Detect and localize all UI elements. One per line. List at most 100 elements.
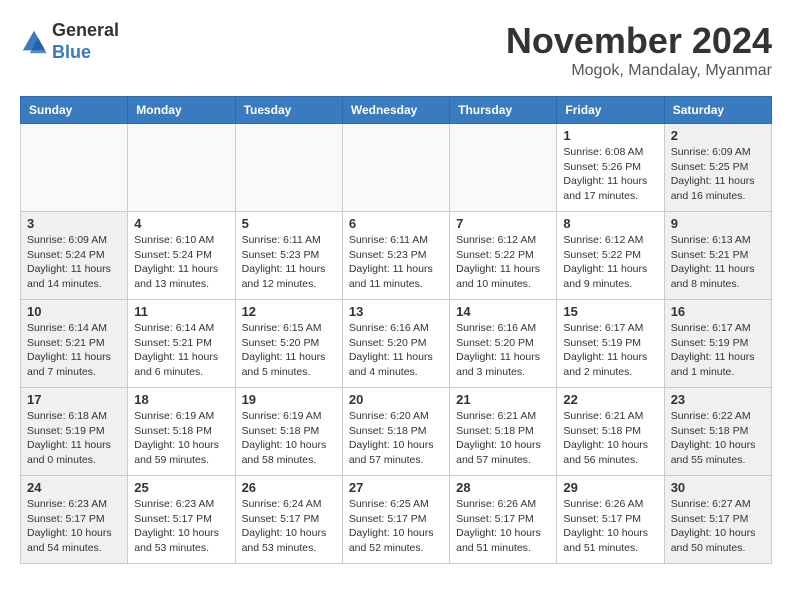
day-info: Sunrise: 6:12 AM Sunset: 5:22 PM Dayligh… [563, 233, 657, 292]
calendar-header-row: SundayMondayTuesdayWednesdayThursdayFrid… [21, 97, 772, 124]
calendar-day-cell: 1Sunrise: 6:08 AM Sunset: 5:26 PM Daylig… [557, 124, 664, 212]
day-info: Sunrise: 6:16 AM Sunset: 5:20 PM Dayligh… [456, 321, 550, 380]
calendar-week-row: 17 Sunrise: 6:18 AM Sunset: 5:19 PM Dayli… [21, 388, 772, 476]
day-info: Sunrise: 6:26 AM Sunset: 5:17 PM Dayligh… [456, 497, 550, 556]
calendar-week-row: 24 Sunrise: 6:23 AM Sunset: 5:17 PM Dayli… [21, 476, 772, 564]
calendar-day-cell: 11 Sunrise: 6:14 AM Sunset: 5:21 PM Dayli… [128, 300, 235, 388]
day-info: Sunrise: 6:11 AM Sunset: 5:23 PM Dayligh… [242, 233, 336, 292]
calendar-day-cell: 28 Sunrise: 6:26 AM Sunset: 5:17 PM Dayli… [450, 476, 557, 564]
calendar-day-cell: 10 Sunrise: 6:14 AM Sunset: 5:21 PM Dayli… [21, 300, 128, 388]
day-of-week-header: Saturday [664, 97, 771, 124]
calendar-day-cell [235, 124, 342, 212]
day-of-week-header: Monday [128, 97, 235, 124]
day-number: 16 [671, 304, 765, 319]
day-info: Sunrise: 6:18 AM Sunset: 5:19 PM Dayligh… [27, 409, 121, 468]
calendar: SundayMondayTuesdayWednesdayThursdayFrid… [20, 96, 772, 564]
month-title: November 2024 [506, 20, 772, 62]
calendar-day-cell: 5Sunrise: 6:11 AM Sunset: 5:23 PM Daylig… [235, 212, 342, 300]
day-of-week-header: Thursday [450, 97, 557, 124]
day-of-week-header: Tuesday [235, 97, 342, 124]
calendar-day-cell: 16 Sunrise: 6:17 AM Sunset: 5:19 PM Dayli… [664, 300, 771, 388]
day-of-week-header: Friday [557, 97, 664, 124]
calendar-day-cell: 20 Sunrise: 6:20 AM Sunset: 5:18 PM Dayli… [342, 388, 449, 476]
calendar-day-cell: 8 Sunrise: 6:12 AM Sunset: 5:22 PM Daylig… [557, 212, 664, 300]
day-number: 11 [134, 304, 228, 319]
calendar-day-cell: 26 Sunrise: 6:24 AM Sunset: 5:17 PM Dayli… [235, 476, 342, 564]
calendar-day-cell: 17 Sunrise: 6:18 AM Sunset: 5:19 PM Dayli… [21, 388, 128, 476]
day-number: 3 [27, 216, 121, 231]
day-info: Sunrise: 6:17 AM Sunset: 5:19 PM Dayligh… [671, 321, 765, 380]
day-number: 20 [349, 392, 443, 407]
day-info: Sunrise: 6:09 AM Sunset: 5:25 PM Dayligh… [671, 145, 765, 204]
calendar-day-cell: 25Sunrise: 6:23 AM Sunset: 5:17 PM Dayli… [128, 476, 235, 564]
calendar-day-cell: 24 Sunrise: 6:23 AM Sunset: 5:17 PM Dayli… [21, 476, 128, 564]
day-info: Sunrise: 6:24 AM Sunset: 5:17 PM Dayligh… [242, 497, 336, 556]
logo-icon [20, 28, 48, 56]
day-number: 21 [456, 392, 550, 407]
day-number: 7 [456, 216, 550, 231]
day-info: Sunrise: 6:23 AM Sunset: 5:17 PM Dayligh… [27, 497, 121, 556]
day-number: 28 [456, 480, 550, 495]
day-number: 29 [563, 480, 657, 495]
day-number: 4 [134, 216, 228, 231]
day-info: Sunrise: 6:20 AM Sunset: 5:18 PM Dayligh… [349, 409, 443, 468]
day-info: Sunrise: 6:26 AM Sunset: 5:17 PM Dayligh… [563, 497, 657, 556]
day-number: 18 [134, 392, 228, 407]
location: Mogok, Mandalay, Myanmar [506, 62, 772, 80]
day-info: Sunrise: 6:19 AM Sunset: 5:18 PM Dayligh… [242, 409, 336, 468]
calendar-day-cell: 6Sunrise: 6:11 AM Sunset: 5:23 PM Daylig… [342, 212, 449, 300]
day-info: Sunrise: 6:21 AM Sunset: 5:18 PM Dayligh… [563, 409, 657, 468]
calendar-day-cell: 15Sunrise: 6:17 AM Sunset: 5:19 PM Dayli… [557, 300, 664, 388]
day-number: 15 [563, 304, 657, 319]
day-info: Sunrise: 6:14 AM Sunset: 5:21 PM Dayligh… [27, 321, 121, 380]
calendar-day-cell: 12Sunrise: 6:15 AM Sunset: 5:20 PM Dayli… [235, 300, 342, 388]
calendar-day-cell: 27 Sunrise: 6:25 AM Sunset: 5:17 PM Dayli… [342, 476, 449, 564]
calendar-day-cell: 13 Sunrise: 6:16 AM Sunset: 5:20 PM Dayli… [342, 300, 449, 388]
day-info: Sunrise: 6:25 AM Sunset: 5:17 PM Dayligh… [349, 497, 443, 556]
day-number: 2 [671, 128, 765, 143]
calendar-day-cell: 19 Sunrise: 6:19 AM Sunset: 5:18 PM Dayli… [235, 388, 342, 476]
day-number: 13 [349, 304, 443, 319]
day-number: 19 [242, 392, 336, 407]
day-info: Sunrise: 6:14 AM Sunset: 5:21 PM Dayligh… [134, 321, 228, 380]
day-number: 26 [242, 480, 336, 495]
day-info: Sunrise: 6:19 AM Sunset: 5:18 PM Dayligh… [134, 409, 228, 468]
calendar-day-cell [21, 124, 128, 212]
page-header: General Blue November 2024 Mogok, Mandal… [20, 20, 772, 80]
calendar-day-cell: 3 Sunrise: 6:09 AM Sunset: 5:24 PM Daylig… [21, 212, 128, 300]
day-number: 24 [27, 480, 121, 495]
day-info: Sunrise: 6:10 AM Sunset: 5:24 PM Dayligh… [134, 233, 228, 292]
day-info: Sunrise: 6:16 AM Sunset: 5:20 PM Dayligh… [349, 321, 443, 380]
calendar-day-cell: 9 Sunrise: 6:13 AM Sunset: 5:21 PM Daylig… [664, 212, 771, 300]
day-number: 9 [671, 216, 765, 231]
day-number: 22 [563, 392, 657, 407]
calendar-day-cell: 7 Sunrise: 6:12 AM Sunset: 5:22 PM Daylig… [450, 212, 557, 300]
calendar-day-cell: 30Sunrise: 6:27 AM Sunset: 5:17 PM Dayli… [664, 476, 771, 564]
day-info: Sunrise: 6:22 AM Sunset: 5:18 PM Dayligh… [671, 409, 765, 468]
day-info: Sunrise: 6:09 AM Sunset: 5:24 PM Dayligh… [27, 233, 121, 292]
calendar-day-cell [128, 124, 235, 212]
day-of-week-header: Sunday [21, 97, 128, 124]
day-number: 14 [456, 304, 550, 319]
day-info: Sunrise: 6:11 AM Sunset: 5:23 PM Dayligh… [349, 233, 443, 292]
day-info: Sunrise: 6:13 AM Sunset: 5:21 PM Dayligh… [671, 233, 765, 292]
calendar-day-cell: 18 Sunrise: 6:19 AM Sunset: 5:18 PM Dayli… [128, 388, 235, 476]
day-number: 10 [27, 304, 121, 319]
calendar-day-cell: 4 Sunrise: 6:10 AM Sunset: 5:24 PM Daylig… [128, 212, 235, 300]
calendar-week-row: 10 Sunrise: 6:14 AM Sunset: 5:21 PM Dayli… [21, 300, 772, 388]
calendar-day-cell: 21Sunrise: 6:21 AM Sunset: 5:18 PM Dayli… [450, 388, 557, 476]
calendar-day-cell: 29 Sunrise: 6:26 AM Sunset: 5:17 PM Dayli… [557, 476, 664, 564]
day-info: Sunrise: 6:08 AM Sunset: 5:26 PM Dayligh… [563, 145, 657, 204]
day-of-week-header: Wednesday [342, 97, 449, 124]
day-number: 27 [349, 480, 443, 495]
day-number: 23 [671, 392, 765, 407]
day-info: Sunrise: 6:12 AM Sunset: 5:22 PM Dayligh… [456, 233, 550, 292]
calendar-day-cell [450, 124, 557, 212]
day-number: 8 [563, 216, 657, 231]
logo-text: General Blue [52, 20, 119, 63]
calendar-day-cell: 14 Sunrise: 6:16 AM Sunset: 5:20 PM Dayli… [450, 300, 557, 388]
day-number: 17 [27, 392, 121, 407]
day-number: 30 [671, 480, 765, 495]
title-block: November 2024 Mogok, Mandalay, Myanmar [506, 20, 772, 80]
calendar-week-row: 1Sunrise: 6:08 AM Sunset: 5:26 PM Daylig… [21, 124, 772, 212]
